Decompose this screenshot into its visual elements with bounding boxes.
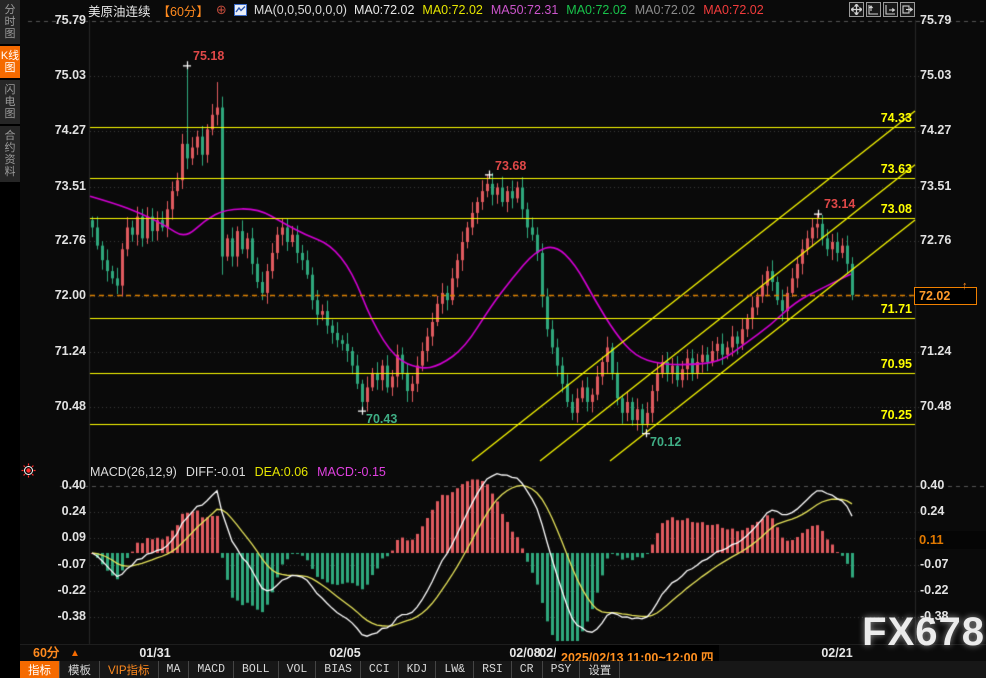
price-axis-right-71.24: 71.24 [920,345,951,358]
macd-axis-left--0.22: -0.22 [30,584,86,597]
price-axis-left-75.79: 75.79 [30,14,86,27]
ma-legend-value-1: MA0:72.02 [422,3,482,17]
bottom-indicator-toolbar: 指标模板VIP指标MAMACDBOLLVOLBIASCCIKDJLW&RSICR… [20,661,986,678]
swing-label-73.14: 73.14 [824,198,855,211]
price-axis-left-72.76: 72.76 [30,234,86,247]
macd-axis-left--0.07: -0.07 [30,558,86,571]
toolbar-item-LW&[interactable]: LW& [436,661,474,678]
level-label-70.25: 70.25 [858,409,912,422]
macd-axis-right-0.40: 0.40 [920,479,944,492]
macd-axis-left--0.38: -0.38 [30,610,86,623]
period-chip[interactable]: 60分 [33,647,59,660]
period-selector[interactable]: 【60分】 [158,1,209,20]
macd-legend: MACD(26,12,9) DIFF:-0.01 DEA:0.06 MACD:-… [90,465,386,479]
brand-watermark: FX678 [862,610,985,654]
time-label-02-: 02/ [539,647,556,660]
current-price-badge: 72.02 [914,287,977,305]
toolbar-item-RSI[interactable]: RSI [474,661,512,678]
swing-label-73.68: 73.68 [495,160,526,173]
level-label-74.33: 74.33 [858,112,912,125]
swing-label-70.12: 70.12 [650,436,681,449]
ma-values: MA0:72.02 MA0:72.02 MA50:72.31 MA0:72.02 MA0… [354,3,764,17]
toolbar-item-PSY[interactable]: PSY [543,661,581,678]
toolbar-item-VIP指标[interactable]: VIP指标 [100,661,159,678]
toolbar-item-KDJ[interactable]: KDJ [399,661,437,678]
time-label-02-05: 02/05 [329,647,360,660]
macd-axis-left-0.40: 0.40 [30,479,86,492]
macd-axis-left-0.24: 0.24 [30,505,86,518]
ma-legend-value-4: MA0:72.02 [635,3,695,17]
price-axis-right-72.76: 72.76 [920,234,951,247]
swing-label-70.43: 70.43 [366,413,397,426]
macd-axis-right-0.24: 0.24 [920,505,944,518]
toolbar-item-模板[interactable]: 模板 [60,661,100,678]
shift-right-icon[interactable] [900,2,915,17]
price-axis-left-73.51: 73.51 [30,180,86,193]
time-label-01-31: 01/31 [139,647,170,660]
macd-dea-value: DEA:0.06 [255,465,309,479]
price-axis-right-75.79: 75.79 [920,14,951,27]
compress-right-icon[interactable] [883,2,898,17]
ma-legend-value-3: MA0:72.02 [566,3,626,17]
toolbar-item-MACD[interactable]: MACD [189,661,234,678]
trading-app-window: 分时图K线图闪电图合约资料 美原油连续 【60分】 ⊕ MA(0,0,50,0,… [0,0,986,678]
chart-canvas[interactable] [0,0,986,678]
macd-axis-left-0.09: 0.09 [30,531,86,544]
mini-chart-icon[interactable] [234,4,247,16]
toolbar-item-设置[interactable]: 设置 [580,661,620,678]
toolbar-item-BIAS[interactable]: BIAS [316,661,361,678]
sidebar-tab-3[interactable]: 合约资料 [0,126,20,182]
macd-diff-value: DIFF:-0.01 [186,465,246,479]
price-axis-right-70.48: 70.48 [920,400,951,413]
time-label-02-08: 02/08 [509,647,540,660]
toolbar-item-VOL[interactable]: VOL [279,661,317,678]
time-axis: 60分 ▲ 2025/02/13 11:00~12:00 四 01/3102/0… [0,644,986,662]
price-axis-left-70.48: 70.48 [30,400,86,413]
toolbar-item-MA[interactable]: MA [159,661,190,678]
ma-legend-value-2: MA50:72.31 [491,3,558,17]
time-label-02-21: 02/21 [821,647,852,660]
toolbar-item-BOLL[interactable]: BOLL [234,661,279,678]
ma-legend-value-5: MA0:72.02 [703,3,763,17]
ma-legend-value-0: MA0:72.02 [354,3,414,17]
compress-left-icon[interactable] [866,2,881,17]
toolbar-item-CCI[interactable]: CCI [361,661,399,678]
price-axis-left-72.00: 72.00 [30,289,86,302]
price-axis-left-75.03: 75.03 [30,69,86,82]
price-alert-arrow-icon: ↑ [962,281,968,291]
price-axis-right-73.51: 73.51 [920,180,951,193]
price-axis-left-74.27: 74.27 [30,124,86,137]
chart-header-legend: 美原油连续 【60分】 ⊕ MA(0,0,50,0,0,0) MA0:72.02… [88,1,764,19]
price-axis-left-71.24: 71.24 [30,345,86,358]
sidebar-tab-0[interactable]: 分时图 [0,0,20,44]
ma-formula: MA(0,0,50,0,0,0) [254,3,347,17]
macd-macd-value: MACD:-0.15 [317,465,386,479]
window-control-icons [849,2,915,17]
price-axis-right-74.27: 74.27 [920,124,951,137]
level-label-71.71: 71.71 [858,303,912,316]
add-indicator-icon[interactable]: ⊕ [216,2,227,18]
indicator-alert-icon[interactable] [21,463,36,483]
left-sidebar: 分时图K线图闪电图合约资料 [0,0,20,678]
symbol-title: 美原油连续 [88,1,151,20]
move-icon[interactable] [849,2,864,17]
macd-title: MACD(26,12,9) [90,465,177,479]
level-label-73.08: 73.08 [858,203,912,216]
macd-current-badge: 0.11 [916,531,986,549]
toolbar-item-指标[interactable]: 指标 [20,661,60,678]
macd-axis-right--0.07: -0.07 [920,558,949,571]
level-label-70.95: 70.95 [858,358,912,371]
level-label-73.63: 73.63 [858,163,912,176]
sidebar-tab-1[interactable]: K线图 [0,46,20,78]
macd-axis-right--0.22: -0.22 [920,584,949,597]
price-axis-right-75.03: 75.03 [920,69,951,82]
toolbar-item-CR[interactable]: CR [512,661,543,678]
sidebar-tab-2[interactable]: 闪电图 [0,80,20,124]
period-chevron-up-icon[interactable]: ▲ [70,647,80,660]
swing-label-75.18: 75.18 [193,50,224,63]
